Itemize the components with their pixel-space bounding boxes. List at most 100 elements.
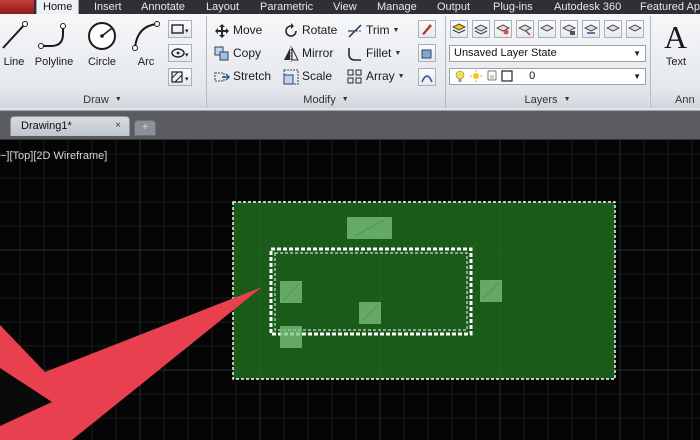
layer-freeze-button[interactable] <box>516 20 534 38</box>
explode-button[interactable] <box>418 44 436 62</box>
layer-off-icon <box>540 24 554 32</box>
move-tool[interactable]: Move <box>214 20 262 40</box>
draw-panel-title[interactable]: Draw ▼ <box>0 92 205 108</box>
array-tool[interactable]: Array ▼ <box>347 66 405 86</box>
tab-featured-apps[interactable]: Featured Ap <box>640 0 700 14</box>
svg-text:▾: ▾ <box>185 76 189 83</box>
layer-merge-button[interactable] <box>626 20 644 38</box>
file-tab-drawing1[interactable]: Drawing1* × <box>10 116 130 136</box>
draw-panel-title-text: Draw <box>83 94 109 106</box>
layer-off-button[interactable] <box>538 20 556 38</box>
arc-label: Arc <box>137 56 155 68</box>
tab-home[interactable]: Home <box>36 0 80 15</box>
text-label: Text <box>665 56 687 68</box>
arc-tool[interactable]: Arc <box>126 20 166 68</box>
copy-tool[interactable]: Copy <box>214 43 261 63</box>
erase-button[interactable] <box>418 20 436 38</box>
fillet-tool[interactable]: Fillet ▼ <box>347 43 401 63</box>
layer-lock-icon <box>562 24 576 35</box>
text-tool[interactable]: A Text <box>656 18 696 68</box>
circle-tool[interactable]: Circle <box>82 20 122 68</box>
svg-text:A: A <box>664 19 687 52</box>
tab-parametric[interactable]: Parametric <box>260 0 313 14</box>
layer-isolate-icon <box>496 24 510 35</box>
brush-icon <box>422 24 432 35</box>
drawing-canvas[interactable] <box>0 140 700 440</box>
chevron-down-icon: ▼ <box>633 49 641 58</box>
stretch-tool[interactable]: Stretch <box>214 66 271 86</box>
layer-walk-icon <box>606 24 620 32</box>
layer-walk-button[interactable] <box>604 20 622 38</box>
layer-isolate-button[interactable] <box>494 20 512 38</box>
application-menu-button[interactable] <box>0 0 34 14</box>
array-dropdown-icon[interactable]: ▼ <box>398 73 405 80</box>
tab-output[interactable]: Output <box>437 0 470 14</box>
mirror-tool[interactable]: Mirror <box>283 43 333 63</box>
ribbon-tab-bar: Home Insert Annotate Layout Parametric V… <box>0 0 700 15</box>
mirror-icon <box>283 45 299 62</box>
trim-icon <box>347 23 363 39</box>
line-tool[interactable]: Line <box>0 20 34 68</box>
rotate-label: Rotate <box>302 23 338 37</box>
scale-label: Scale <box>302 69 333 83</box>
offset-button[interactable] <box>418 68 436 86</box>
new-drawing-tab[interactable]: + <box>134 120 156 136</box>
copy-icon <box>214 46 230 62</box>
ellipse-icon: ▾ <box>171 48 189 59</box>
scale-tool[interactable]: Scale <box>283 66 332 86</box>
rectangle-icon: ▾ <box>171 24 189 35</box>
model-space <box>0 140 700 440</box>
tab-autodesk-360[interactable]: Autodesk 360 <box>554 0 621 14</box>
trim-tool[interactable]: Trim ▼ <box>347 20 399 40</box>
modify-panel-title-text: Modify <box>303 94 336 106</box>
tab-view[interactable]: View <box>333 0 357 14</box>
tab-manage[interactable]: Manage <box>377 0 417 14</box>
line-label: Line <box>3 56 25 68</box>
layers-panel-title[interactable]: Layers ▼ <box>446 92 649 108</box>
tab-plug-ins[interactable]: Plug-ins <box>493 0 533 14</box>
move-icon <box>214 23 230 39</box>
stretch-icon <box>214 69 230 85</box>
modify-panel-title[interactable]: Modify ▼ <box>207 92 445 108</box>
copy-label: Copy <box>233 46 262 60</box>
fillet-dropdown-icon[interactable]: ▼ <box>394 50 401 57</box>
viewport-controls-label[interactable]: −][Top][2D Wireframe] <box>0 150 107 162</box>
polyline-icon <box>38 23 66 49</box>
layer-state-value: Unsaved Layer State <box>454 47 557 59</box>
trim-dropdown-icon[interactable]: ▼ <box>393 27 400 34</box>
tab-insert[interactable]: Insert <box>94 0 122 14</box>
annotation-panel-title[interactable]: Ann <box>651 92 700 108</box>
layer-state-select[interactable]: Unsaved Layer State ▼ <box>449 45 646 62</box>
layer-properties-icon <box>452 23 466 34</box>
array-label: Array <box>366 69 395 83</box>
layer-merge-icon <box>628 24 642 32</box>
layer-previous-button[interactable] <box>472 20 490 38</box>
rectangle-button[interactable]: ▾ <box>168 20 192 38</box>
grip-bottom-left[interactable] <box>280 326 302 348</box>
fillet-label: Fillet <box>366 46 392 60</box>
svg-text:▾: ▾ <box>185 52 189 59</box>
polyline-label: Polyline <box>34 56 74 68</box>
layer-match-button[interactable] <box>582 20 600 38</box>
layer-freeze-icon <box>518 24 532 36</box>
scale-icon <box>283 69 299 85</box>
tab-layout[interactable]: Layout <box>206 0 239 14</box>
layer-lock-button[interactable] <box>560 20 578 38</box>
close-icon[interactable]: × <box>115 117 121 135</box>
explode-icon <box>421 49 432 59</box>
tab-annotate[interactable]: Annotate <box>141 0 185 14</box>
chevron-down-icon: ▼ <box>633 72 641 81</box>
gradient-button[interactable]: ▾ <box>168 68 192 86</box>
layer-select[interactable]: 0 ▼ <box>449 68 646 85</box>
polyline-tool[interactable]: Polyline <box>34 20 74 68</box>
layer-match-icon <box>584 24 598 34</box>
layer-properties-button[interactable] <box>450 20 468 38</box>
arc-icon <box>132 21 160 51</box>
layer-status-icons <box>455 70 513 83</box>
rotate-tool[interactable]: Rotate <box>283 20 337 40</box>
trim-label: Trim <box>366 23 390 37</box>
move-label: Move <box>233 23 263 37</box>
layer-stack-icon <box>474 24 488 35</box>
hatch-button[interactable]: ▾ <box>168 44 192 62</box>
mirror-label: Mirror <box>302 46 334 60</box>
